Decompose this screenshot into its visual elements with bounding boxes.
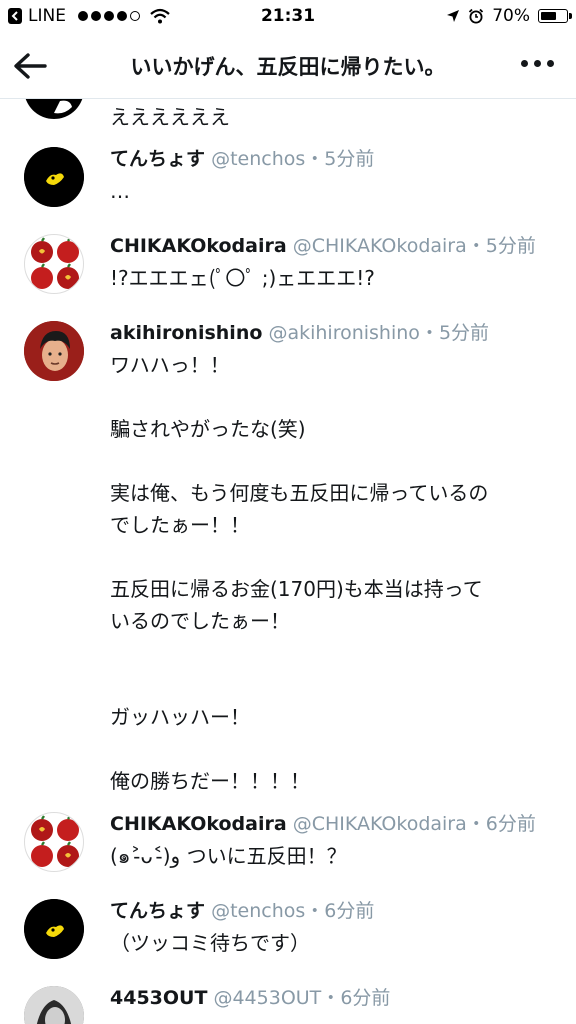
author-name[interactable]: てんちょす (110, 900, 205, 922)
author-name[interactable]: CHIKAKOkodaira (110, 813, 287, 835)
reply-time: 5分前 (438, 322, 490, 344)
separator: ・ (305, 900, 325, 922)
reply-text: !?エエエェ(ﾟ〇ﾟ ;)ェエエエ!? (110, 266, 375, 290)
reply-header: CHIKAKOkodaira @CHIKAKOkodaira・5分前 (110, 234, 566, 258)
author-name[interactable]: akihironishino (110, 322, 262, 344)
reply-time: 5分前 (324, 148, 375, 170)
author-handle[interactable]: @CHIKAKOkodaira (293, 235, 467, 257)
author-name[interactable]: てんちょす (110, 148, 205, 170)
reply-list[interactable]: ええええええ てんちょす @tenchos・5分前 … CHIKAKOkodai… (0, 99, 576, 1024)
author-name[interactable]: CHIKAKOkodaira (110, 235, 287, 257)
avatar[interactable] (24, 986, 84, 1024)
more-dots-icon[interactable] (521, 60, 554, 67)
separator: ・ (305, 148, 325, 170)
status-bar: LINE 21:31 70% (0, 0, 576, 34)
avatar[interactable] (24, 812, 84, 872)
reply-header: 4453OUT @4453OUT・6分前 (110, 986, 566, 1010)
author-handle[interactable]: @CHIKAKOkodaira (293, 813, 467, 835)
avatar[interactable] (24, 899, 84, 959)
reply-text: （ツッコミ待ちです） (110, 931, 310, 955)
status-right: 70% (446, 6, 572, 26)
avatar[interactable] (24, 321, 84, 381)
reply-header: CHIKAKOkodaira @CHIKAKOkodaira・6分前 (110, 812, 566, 836)
page-title: いいかげん、五反田に帰りたい。 (130, 55, 446, 79)
battery-percent: 70% (492, 6, 530, 26)
author-handle[interactable]: @4453OUT (213, 987, 321, 1009)
separator: ・ (321, 987, 341, 1009)
separator: ・ (466, 235, 486, 257)
reply-header: akihironishino @akihironishino・5分前 (110, 321, 566, 345)
avatar[interactable] (24, 234, 84, 294)
reply-time: 6分前 (340, 987, 391, 1009)
reply-time: 6分前 (324, 900, 375, 922)
reply-time: 6分前 (485, 813, 536, 835)
location-arrow-icon (447, 10, 460, 22)
reply-text: (๑˃̵ᴗ˂̵)و ついに五反田！？ (110, 844, 347, 868)
author-handle[interactable]: @tenchos (211, 148, 305, 170)
battery-icon (538, 9, 572, 23)
battery-level (541, 12, 556, 20)
reply-text: ワハハっ！！ 騙されやがったな(笑) 実は俺、もう何度も五反田に帰っているの で… (110, 353, 489, 793)
separator: ・ (419, 322, 439, 344)
separator: ・ (466, 813, 486, 835)
reply-text: ええええええ (110, 105, 230, 129)
reply-header: てんちょす @tenchos・6分前 (110, 899, 566, 923)
alarm-icon (469, 8, 484, 24)
conversation-header: いいかげん、五反田に帰りたい。 (0, 34, 576, 99)
reply-header: てんちょす @tenchos・5分前 (110, 147, 566, 171)
author-handle[interactable]: @tenchos (211, 900, 305, 922)
reply-time: 5分前 (485, 235, 536, 257)
reply-text: … (110, 179, 130, 203)
avatar[interactable] (24, 147, 84, 207)
avatar[interactable] (24, 99, 84, 119)
author-handle[interactable]: @akihironishino (268, 322, 419, 344)
author-name[interactable]: 4453OUT (110, 987, 207, 1009)
